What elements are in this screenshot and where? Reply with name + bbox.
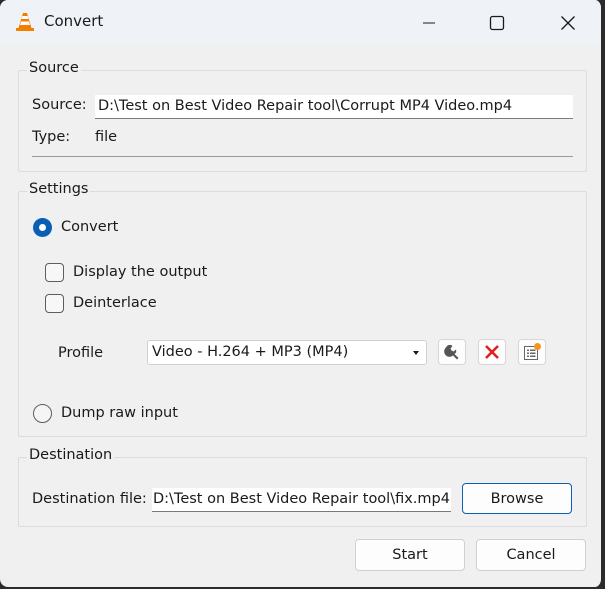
minimize-button[interactable] — [406, 0, 452, 45]
delete-x-icon — [485, 345, 499, 359]
profile-label: Profile — [58, 345, 104, 361]
settings-group-label: Settings — [27, 181, 91, 197]
source-group: Source Source: D:\Test on Best Video Rep… — [18, 60, 587, 172]
destination-group-label: Destination — [27, 447, 115, 463]
destination-file-field[interactable]: D:\Test on Best Video Repair tool\fix.mp… — [152, 488, 451, 512]
type-label: Type: — [32, 129, 71, 145]
profile-dropdown[interactable]: Video - H.264 + MP3 (MP4) — [147, 340, 427, 365]
close-button[interactable] — [545, 0, 591, 45]
start-button[interactable]: Start — [355, 539, 465, 571]
vlc-cone-icon — [16, 13, 34, 31]
source-group-label: Source — [27, 60, 81, 76]
display-output-label[interactable]: Display the output — [73, 264, 207, 280]
title-bar[interactable]: Convert — [0, 0, 601, 45]
source-label: Source: — [32, 97, 87, 113]
chevron-down-icon — [413, 351, 419, 355]
source-separator — [32, 156, 573, 157]
dump-raw-input-label[interactable]: Dump raw input — [61, 405, 178, 421]
deinterlace-label[interactable]: Deinterlace — [73, 295, 157, 311]
browse-button[interactable]: Browse — [462, 483, 572, 514]
wrench-icon — [444, 344, 459, 360]
deinterlace-checkbox[interactable] — [45, 294, 64, 313]
edit-profile-button[interactable] — [438, 339, 466, 365]
minimize-icon — [423, 22, 435, 23]
window-title: Convert — [44, 12, 104, 30]
destination-file-label: Destination file: — [32, 491, 147, 507]
profile-selected-value: Video - H.264 + MP3 (MP4) — [152, 344, 349, 360]
close-icon — [561, 15, 575, 30]
display-output-checkbox[interactable] — [45, 263, 64, 282]
dump-raw-input-radio[interactable] — [33, 404, 52, 423]
new-profile-button[interactable] — [518, 339, 546, 365]
convert-radio-label[interactable]: Convert — [61, 219, 118, 235]
maximize-icon — [489, 15, 505, 30]
destination-group: Destination Destination file: D:\Test on… — [18, 447, 587, 527]
type-value: file — [95, 129, 118, 145]
settings-group: Settings Convert Display the output Dein… — [18, 181, 587, 437]
convert-dialog: Convert Source Source: D:\Test on Best V… — [0, 0, 603, 587]
maximize-button[interactable] — [474, 0, 520, 45]
cancel-button[interactable]: Cancel — [476, 539, 586, 571]
convert-radio[interactable] — [33, 218, 52, 237]
delete-profile-button[interactable] — [478, 339, 506, 365]
source-path-field[interactable]: D:\Test on Best Video Repair tool\Corrup… — [95, 95, 573, 119]
new-profile-list-icon — [524, 343, 541, 360]
